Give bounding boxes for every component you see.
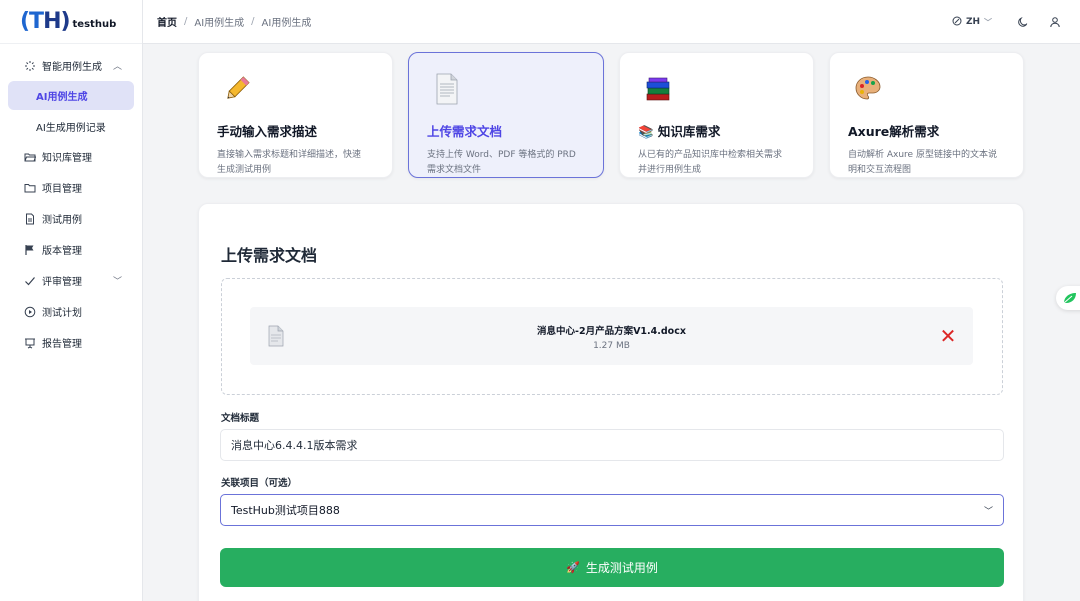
sidebar-item-label: 报告管理 [42,339,82,350]
doc-title-input[interactable] [220,429,1004,461]
card-title: Axure解析需求 [848,124,940,139]
card-desc-line: 生成测试用例 [217,165,272,175]
sidebar-subitem-ai-case-records[interactable]: AI生成用例记录 [0,112,142,141]
books-icon [638,69,678,109]
mode-card-knowledge[interactable]: 📚 知识库需求 从已有的产品知识库中检索相关需求 并进行用例生成 [619,52,814,178]
check-icon [24,275,36,287]
breadcrumb-current: AI用例生成 [261,18,312,29]
mode-card-upload[interactable]: 上传需求文档 支持上传 Word、PDF 等格式的 PRD 需求文档文件 [408,52,604,178]
card-desc: 自动解析 Axure 原型链接中的文本说 明和交互流程图 [848,148,1005,178]
sidebar-item-reviews[interactable]: 评审管理 ﹀ [0,265,142,296]
top-header: 首页 / AI用例生成 / AI用例生成 ZH ﹀ [143,0,1080,44]
document-icon [24,213,36,225]
chevron-up-icon: ︿ [112,62,122,72]
pencil-icon [217,69,257,109]
breadcrumb: 首页 / AI用例生成 / AI用例生成 [157,14,311,29]
sidebar-item-projects[interactable]: 项目管理 [0,172,142,203]
logo-text: testhub [72,19,117,30]
sidebar-item-knowledge-base[interactable]: 知识库管理 [0,141,142,172]
project-label: 关联项目（可选） [221,478,298,489]
user-icon [1050,17,1060,28]
language-label: ZH [965,17,980,27]
sidebar-nav: 智能用例生成 ︿ AI用例生成 AI生成用例记录 知识库管理 项目管理 测试用例 [0,44,142,358]
card-title: 📚 知识库需求 [638,124,721,139]
close-icon: ✕ [939,324,957,348]
generate-label: 生成测试用例 [585,561,658,575]
project-select[interactable]: TestHub测试项目888 ﹀ [220,494,1004,526]
card-desc-line: 支持上传 Word、PDF 等格式的 PRD [427,150,576,160]
chevron-down-icon: ﹀ [112,277,122,287]
language-switcher[interactable]: ZH ﹀ [952,16,992,29]
card-desc-line: 从已有的产品知识库中检索相关需求 [638,150,783,160]
card-desc: 直接输入需求标题和详细描述，快速 生成测试用例 [217,148,374,178]
sidebar-item-label: 测试用例 [42,215,82,226]
sidebar-item-label: 项目管理 [42,184,82,195]
sparkle-icon [24,60,36,72]
leaf-icon [1063,293,1076,304]
card-desc: 支持上传 Word、PDF 等格式的 PRD 需求文档文件 [427,148,585,178]
rocket-icon: 🚀 [566,561,580,574]
moon-icon [1018,16,1028,27]
mode-card-axure[interactable]: Axure解析需求 自动解析 Axure 原型链接中的文本说 明和交互流程图 [829,52,1024,178]
globe-icon [952,16,962,29]
sidebar-item-label: 测试计划 [42,308,82,319]
sidebar-item-reports[interactable]: 报告管理 [0,327,142,358]
sidebar-item-label: 知识库管理 [42,153,92,164]
card-desc-line: 需求文档文件 [427,165,482,175]
header-actions: ZH ﹀ [952,0,1080,44]
sidebar: (TH) testhub 智能用例生成 ︿ AI用例生成 AI生成用例记录 知识… [0,0,143,601]
folder-open-icon [24,151,36,163]
breadcrumb-separator: / [184,16,188,27]
card-desc: 从已有的产品知识库中检索相关需求 并进行用例生成 [638,148,795,178]
logo-mark: (TH) [20,9,71,34]
user-menu-button[interactable] [1048,15,1062,29]
document-page-icon [427,69,467,109]
uploaded-file-row: 消息中心-2月产品方案V1.4.docx 1.27 MB ✕ [250,307,973,365]
project-select-value: TestHub测试项目888 [231,504,340,517]
remove-file-button[interactable]: ✕ [937,325,959,347]
sidebar-item-label: AI生成用例记录 [36,123,106,134]
upload-panel: 上传需求文档 消息中心-2月产品方案V1.4.docx 1.27 MB ✕ 文档… [198,203,1024,601]
logo-mark-left: (T [20,9,44,34]
chevron-down-icon: ﹀ [984,17,992,27]
card-desc-line: 自动解析 Axure 原型链接中的文本说 [848,150,997,160]
file-size: 1.27 MB [593,341,630,351]
chevron-down-icon: ﹀ [983,506,993,517]
breadcrumb-separator: / [251,16,255,27]
floating-assistant-button[interactable] [1056,286,1080,310]
sidebar-item-smart-case-gen[interactable]: 智能用例生成 ︿ [0,50,142,81]
card-title: 上传需求文档 [427,124,503,139]
doc-title-label: 文档标题 [221,413,260,424]
breadcrumb-item[interactable]: AI用例生成 [194,14,244,29]
sidebar-item-test-plans[interactable]: 测试计划 [0,296,142,327]
file-dropzone[interactable]: 消息中心-2月产品方案V1.4.docx 1.27 MB ✕ [221,278,1003,395]
logo-mark-right: H) [43,9,70,34]
card-desc-line: 并进行用例生成 [638,165,702,175]
generate-test-cases-button[interactable]: 🚀 生成测试用例 [220,548,1004,587]
sidebar-item-label: 评审管理 [42,277,82,288]
sidebar-item-label: 智能用例生成 [42,62,102,73]
sidebar-item-versions[interactable]: 版本管理 [0,234,142,265]
card-desc-line: 直接输入需求标题和详细描述，快速 [217,150,362,160]
panel-title: 上传需求文档 [221,246,318,265]
sidebar-subitem-ai-case-gen[interactable]: AI用例生成 [8,81,134,110]
logo[interactable]: (TH) testhub [0,0,142,44]
palette-icon [848,69,888,109]
folder-icon [24,182,36,194]
presentation-icon [24,337,36,349]
file-name: 消息中心-2月产品方案V1.4.docx [537,326,686,337]
card-title: 手动输入需求描述 [217,124,318,139]
sidebar-item-test-cases[interactable]: 测试用例 [0,203,142,234]
card-desc-line: 明和交互流程图 [848,165,912,175]
theme-toggle-button[interactable] [1016,15,1030,29]
breadcrumb-home[interactable]: 首页 [157,14,177,29]
mode-card-manual[interactable]: 手动输入需求描述 直接输入需求标题和详细描述，快速 生成测试用例 [198,52,393,178]
sidebar-item-label: AI用例生成 [36,92,88,103]
sidebar-item-label: 版本管理 [42,246,82,257]
play-circle-icon [24,306,36,318]
flag-icon [24,244,36,256]
